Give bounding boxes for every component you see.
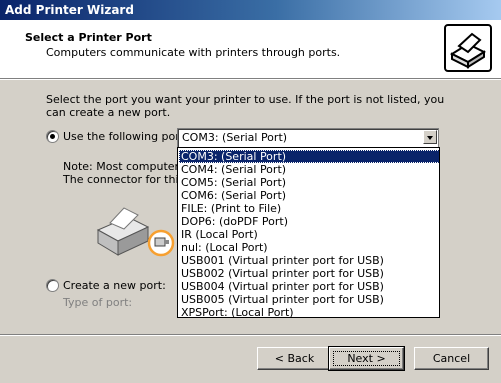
type-of-port-label: Type of port:	[63, 296, 133, 309]
port-option[interactable]: nul: (Local Port)	[179, 241, 439, 254]
port-option[interactable]: XPSPort: (Local Port)	[179, 306, 439, 317]
title-bar[interactable]: Add Printer Wizard	[0, 0, 501, 20]
port-option[interactable]: COM6: (Serial Port)	[179, 189, 439, 202]
port-option[interactable]: IR (Local Port)	[179, 228, 439, 241]
wizard-header: Select a Printer Port Computers communic…	[0, 20, 501, 79]
port-option[interactable]: COM4: (Serial Port)	[179, 163, 439, 176]
port-option[interactable]: USB002 (Virtual printer port for USB)	[179, 267, 439, 280]
port-option[interactable]: COM3: (Serial Port)	[179, 150, 439, 163]
page-subtitle: Computers communicate with printers thro…	[46, 46, 341, 59]
focus-rect	[333, 351, 400, 366]
port-select[interactable]: COM3: (Serial Port)	[177, 128, 439, 148]
port-connector-icon	[147, 229, 175, 257]
cancel-button[interactable]: Cancel	[414, 347, 489, 370]
port-option[interactable]: DOP6: (doPDF Port)	[179, 215, 439, 228]
port-note: Note: Most computers u The connector for…	[63, 160, 195, 186]
intro-text: Select the port you want your printer to…	[46, 93, 445, 119]
page-title: Select a Printer Port	[25, 31, 152, 44]
port-option[interactable]: USB005 (Virtual printer port for USB)	[179, 293, 439, 306]
create-port-radio[interactable]	[46, 279, 59, 292]
use-port-label[interactable]: Use the following port:	[63, 130, 188, 143]
port-dropdown-list[interactable]: COM3: (Serial Port) COM4: (Serial Port) …	[177, 147, 440, 318]
port-option[interactable]: USB004 (Virtual printer port for USB)	[179, 280, 439, 293]
printer-wizard-icon	[444, 24, 492, 72]
cancel-button-label: Cancel	[432, 352, 471, 365]
use-port-radio[interactable]	[46, 130, 59, 143]
header-divider	[0, 79, 501, 80]
port-option[interactable]: FILE: (Print to File)	[179, 202, 439, 215]
port-option[interactable]: COM5: (Serial Port)	[179, 176, 439, 189]
dropdown-arrow-icon[interactable]	[423, 130, 437, 144]
back-button[interactable]: < Back	[257, 347, 332, 370]
port-option[interactable]: USB001 (Virtual printer port for USB)	[179, 254, 439, 267]
button-separator	[0, 334, 501, 336]
note-line-1: Note: Most computers u	[63, 160, 196, 173]
note-line-2: The connector for this p	[63, 173, 195, 186]
next-button[interactable]: Next >	[328, 346, 405, 371]
back-button-label: < Back	[274, 352, 315, 365]
window-title: Add Printer Wizard	[5, 3, 134, 17]
port-select-value: COM3: (Serial Port)	[182, 131, 288, 144]
create-port-label[interactable]: Create a new port:	[63, 279, 166, 292]
